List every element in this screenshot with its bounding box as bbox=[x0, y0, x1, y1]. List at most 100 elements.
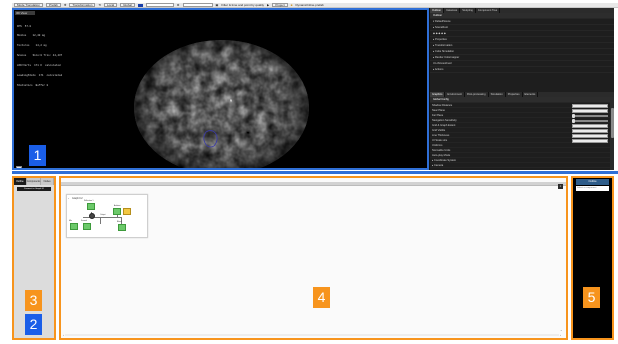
tab-simulation[interactable]: Simulation bbox=[489, 92, 506, 97]
property-slider[interactable] bbox=[572, 113, 608, 118]
graph-node[interactable] bbox=[113, 208, 121, 215]
snap-button[interactable]: Prefab bbox=[46, 3, 61, 7]
component-select-field[interactable]: Select a component bbox=[576, 186, 609, 191]
property-value-field[interactable] bbox=[572, 138, 608, 143]
settings-icon[interactable]: ⚙ bbox=[177, 3, 180, 7]
pivot-toggle[interactable]: Global bbox=[120, 3, 135, 7]
render-stats: FPS 57.0 Meshes 12,40 mg Textures 14,2 m… bbox=[17, 18, 62, 94]
property-label: Grid & Graph Extent bbox=[432, 124, 456, 127]
node-label: Reflection 1 bbox=[84, 199, 94, 202]
range-field[interactable] bbox=[182, 3, 213, 7]
viewport-tab[interactable]: 3D View bbox=[15, 11, 35, 15]
graph-title: Graph 0.2 bbox=[72, 197, 83, 200]
tab-nodes[interactable]: Nodes bbox=[41, 178, 54, 185]
dock-spacer bbox=[430, 73, 614, 92]
stats-line: LOD/Verts 171 K calculated bbox=[17, 64, 61, 68]
property-value-field[interactable] bbox=[572, 103, 608, 108]
stats-line: FPS 57.0 bbox=[17, 24, 32, 28]
tab-elements[interactable]: Elements bbox=[523, 92, 539, 97]
tab-instances[interactable]: Instances bbox=[444, 8, 461, 13]
play-icon[interactable]: ▶ bbox=[267, 3, 269, 7]
stats-line: Statistics Buffer 0 bbox=[17, 83, 49, 87]
badge-4: 4 bbox=[313, 287, 330, 308]
property-label: Near Plane bbox=[432, 109, 445, 112]
tab-properties[interactable]: Properties bbox=[506, 92, 523, 97]
property-label: ▸ Camera bbox=[432, 164, 444, 167]
project-button[interactable]: Project bbox=[272, 3, 288, 7]
scroll-down-icon[interactable]: ⌄ bbox=[560, 328, 563, 332]
tab-component-tree[interactable]: Component Tree bbox=[476, 8, 501, 13]
transform-dropdown[interactable]: Transformation bbox=[69, 3, 96, 7]
graph-node[interactable] bbox=[70, 223, 78, 230]
value-field[interactable] bbox=[145, 3, 174, 7]
right-dock-panel: Outliner Instances Sculpting Component T… bbox=[429, 8, 614, 170]
node-label: Mix bbox=[69, 220, 72, 222]
graph-node-junction[interactable] bbox=[89, 213, 95, 219]
badge-5: 5 bbox=[583, 287, 600, 308]
badge-1: 1 bbox=[29, 145, 46, 166]
property-label: UI Scale size bbox=[432, 139, 448, 142]
graph-canvas-card[interactable]: ▪ Graph 0.2 Reflection 1 Ambient Mix Fre… bbox=[66, 194, 148, 238]
connect-graph-button[interactable]: Connect to Graph IO bbox=[17, 187, 51, 191]
property-slider[interactable] bbox=[572, 118, 608, 123]
graph-icon: ▪ bbox=[68, 196, 69, 200]
tab-post-processing[interactable]: Post-processing bbox=[465, 92, 489, 97]
badge-2: 2 bbox=[25, 314, 42, 335]
editor-header-bar bbox=[61, 182, 566, 186]
property-value-field[interactable] bbox=[572, 108, 608, 113]
graph-node[interactable] bbox=[123, 208, 131, 215]
filter-status-text: Filter & time and point by quality bbox=[221, 3, 265, 7]
editor-horizontal-scrollbar[interactable] bbox=[63, 334, 561, 337]
move-tool-icon[interactable]: ✥ bbox=[64, 3, 67, 7]
ellipsoid-render bbox=[134, 40, 309, 168]
node-graph-editor[interactable]: × ▪ Graph 0.2 Reflection 1 Ambient Mix F… bbox=[59, 176, 568, 340]
scroll-left-icon[interactable]: ‹ bbox=[63, 333, 64, 337]
node-label: Fresnel bbox=[81, 220, 87, 222]
stats-line: Textures 14,2 mg bbox=[17, 44, 47, 48]
color-swatch-icon[interactable] bbox=[137, 3, 143, 7]
property-value-field[interactable] bbox=[572, 123, 608, 128]
right-side-panel: Outline Select a component bbox=[571, 176, 614, 340]
property-label: Line Thickness bbox=[432, 134, 450, 137]
property-label: Grid Visible bbox=[432, 129, 446, 132]
property-label: Far Plane bbox=[432, 114, 444, 117]
property-value-field[interactable] bbox=[572, 128, 608, 133]
lock-icon[interactable]: ▣ bbox=[216, 3, 219, 7]
graph-node[interactable] bbox=[118, 224, 126, 231]
property-value-field[interactable] bbox=[572, 133, 608, 138]
textured-ellipsoid-model[interactable] bbox=[134, 40, 309, 168]
right-panel-header[interactable]: Outline bbox=[576, 179, 609, 185]
mode-dropdown[interactable]: Mode Translation bbox=[14, 3, 44, 7]
stats-line: LoadingState 171 calculated bbox=[17, 74, 63, 78]
property-label: Auto-play Mode bbox=[432, 154, 451, 157]
viewport-toggle-button[interactable] bbox=[16, 166, 22, 168]
property-label: Uniforms bbox=[432, 144, 443, 147]
graph-node[interactable] bbox=[83, 223, 91, 230]
close-icon[interactable]: × bbox=[558, 184, 563, 189]
left-panel-tabs: Outline Components Nodes bbox=[14, 178, 54, 185]
tab-sculpting[interactable]: Sculpting bbox=[460, 8, 476, 13]
badge-3: 3 bbox=[25, 290, 42, 311]
graph-node[interactable] bbox=[87, 203, 95, 210]
stats-line: Meshes 12,40 mg bbox=[17, 34, 46, 38]
property-label: ▸ Coordinate System bbox=[432, 159, 457, 162]
properties-list: Shadow Distance Near Plane Far Plane Naviga… bbox=[430, 103, 614, 168]
tab-outline[interactable]: Outline bbox=[14, 178, 27, 185]
property-row[interactable]: ▸ Camera bbox=[430, 163, 614, 168]
scene-name[interactable]: DynamicInline.prefab bbox=[296, 3, 324, 7]
viewport-separator[interactable] bbox=[12, 171, 618, 174]
scroll-right-icon[interactable]: › bbox=[560, 333, 561, 337]
scene-viewport[interactable]: 3D View FPS 57.0 Meshes 12,40 mg Texture… bbox=[12, 8, 429, 170]
rotate-tool-icon[interactable]: ⟲ bbox=[98, 3, 101, 7]
folder-icon[interactable]: ■ bbox=[291, 3, 293, 7]
local-toggle[interactable]: Local bbox=[103, 3, 118, 7]
property-label: Shadow Distance bbox=[432, 104, 453, 107]
stats-line: Scenes Size:0 Tris: 44,437 bbox=[17, 54, 63, 58]
property-label: Normalize Units bbox=[432, 149, 451, 152]
node-label: Blend bbox=[117, 221, 122, 223]
dock-scrollbar[interactable] bbox=[610, 100, 614, 170]
node-label: Output bbox=[100, 214, 106, 216]
node-label: Ambient bbox=[114, 205, 121, 207]
property-label: Navigation Sensitivity bbox=[432, 119, 457, 122]
tab-components[interactable]: Components bbox=[27, 178, 42, 185]
